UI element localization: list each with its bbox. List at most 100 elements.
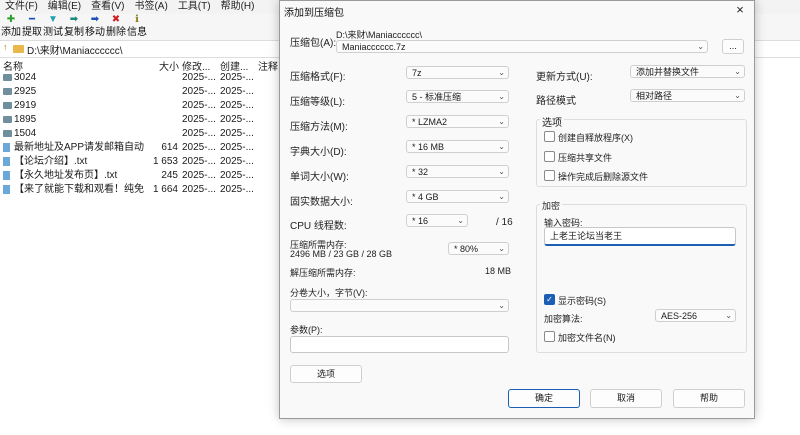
update-mode-select[interactable]: 添加并替换文件 ⌄ xyxy=(630,65,745,78)
sfx-checkbox[interactable] xyxy=(544,131,555,142)
file-name: 【论坛介绍】.txt xyxy=(14,156,88,167)
level-select[interactable]: 5 - 标准压缩 ⌄ xyxy=(406,90,509,103)
params-input[interactable] xyxy=(290,336,509,353)
file-row[interactable]: 最新地址及APP请发邮箱自动... 614 2025-... 2025-... xyxy=(0,141,280,154)
extract-label: 提取 xyxy=(22,27,42,38)
show-password-checkbox[interactable]: ✓ xyxy=(544,294,555,305)
archive-label: 压缩包(A): xyxy=(290,38,337,49)
test-label: 测试 xyxy=(43,27,63,38)
chevron-down-icon: ⌄ xyxy=(498,192,505,201)
cancel-button[interactable]: 取消 xyxy=(590,389,662,408)
file-row[interactable]: 【来了就能下载和观看！纯免... 1 664 2025-... 2025-... xyxy=(0,183,280,196)
threads-value: * 16 xyxy=(412,216,429,226)
up-arrow-icon[interactable]: ↑ xyxy=(3,42,8,52)
delete-label: 删除 xyxy=(106,27,126,38)
memory-percent-value: * 80% xyxy=(454,244,479,254)
test-button[interactable]: ▼ 测试 xyxy=(42,14,64,40)
menu-view[interactable]: 查看(V) xyxy=(86,0,129,14)
solid-label: 固实数据大小: xyxy=(290,197,353,208)
file-size: 1 664 xyxy=(152,184,178,195)
ok-button[interactable]: 确定 xyxy=(508,389,580,408)
browse-button[interactable]: ... xyxy=(722,39,744,54)
menu-edit[interactable]: 编辑(E) xyxy=(43,0,86,14)
update-mode-value: 添加并替换文件 xyxy=(636,67,700,77)
word-select[interactable]: * 32 ⌄ xyxy=(406,165,509,178)
move-arrow-icon: ➡ xyxy=(90,14,100,25)
archive-name-combo[interactable]: Maniacccccc.7z ⌄ xyxy=(336,40,708,53)
chevron-down-icon: ⌄ xyxy=(697,42,704,51)
add-button[interactable]: ✚ 添加 xyxy=(0,14,22,40)
file-row[interactable]: 3024 2025-... 2025-... xyxy=(0,71,280,84)
chevron-down-icon: ⌄ xyxy=(498,142,505,151)
threads-select[interactable]: * 16 ⌄ xyxy=(406,214,468,227)
help-button[interactable]: 帮助 xyxy=(673,389,745,408)
decompress-memory-value: 18 MB xyxy=(485,266,512,276)
file-name: 3024 xyxy=(14,72,37,83)
method-select[interactable]: * LZMA2 ⌄ xyxy=(406,115,509,128)
move-label: 移动 xyxy=(85,27,105,38)
folder-icon xyxy=(3,74,12,81)
chevron-down-icon: ⌄ xyxy=(498,301,505,310)
file-name: 2925 xyxy=(14,86,37,97)
word-value: * 32 xyxy=(412,167,429,177)
options-group-title: 选项 xyxy=(540,114,564,129)
file-row[interactable]: 2919 2025-... 2025-... xyxy=(0,99,280,112)
chevron-down-icon: ⌄ xyxy=(734,67,741,76)
folder-icon xyxy=(13,45,24,53)
info-button[interactable]: ℹ 信息 xyxy=(126,14,148,40)
file-modified: 2025-... xyxy=(182,100,216,111)
shared-files-checkbox[interactable] xyxy=(544,151,555,162)
memory-percent-select[interactable]: * 80% ⌄ xyxy=(448,242,509,255)
solid-select[interactable]: * 4 GB ⌄ xyxy=(406,190,509,203)
threads-label: CPU 线程数: xyxy=(290,221,347,232)
menu-file[interactable]: 文件(F) xyxy=(0,0,43,14)
file-created: 2025-... xyxy=(220,156,254,167)
menu-bookmarks[interactable]: 书签(A) xyxy=(129,0,172,14)
split-label: 分卷大小，字节(V): xyxy=(290,288,368,298)
file-row[interactable]: 1504 2025-... 2025-... xyxy=(0,127,280,140)
file-modified: 2025-... xyxy=(182,114,216,125)
info-icon: ℹ xyxy=(135,14,139,25)
delete-x-icon: ✖ xyxy=(111,14,121,25)
file-row[interactable]: 1895 2025-... 2025-... xyxy=(0,113,280,126)
format-select[interactable]: 7z ⌄ xyxy=(406,66,509,79)
close-icon[interactable]: × xyxy=(732,2,748,18)
method-value: * LZMA2 xyxy=(412,117,448,127)
password-input[interactable]: 上老王论坛当老王 xyxy=(544,227,736,246)
copy-button[interactable]: ➡ 复制 xyxy=(63,14,85,40)
file-row[interactable]: 【永久地址发布页】.txt 245 2025-... 2025-... xyxy=(0,169,280,182)
path-input[interactable]: D:\来财\Maniacccccc\ xyxy=(27,42,123,57)
minus-icon: ━ xyxy=(28,14,36,25)
check-icon: ▼ xyxy=(48,14,58,25)
path-mode-select[interactable]: 相对路径 ⌄ xyxy=(630,89,745,102)
column-created[interactable]: 创建... xyxy=(220,58,248,73)
path-mode-value: 相对路径 xyxy=(636,91,673,101)
file-row[interactable]: 【论坛介绍】.txt 1 653 2025-... 2025-... xyxy=(0,155,280,168)
move-button[interactable]: ➡ 移动 xyxy=(84,14,106,40)
delete-after-checkbox[interactable] xyxy=(544,170,555,181)
column-name[interactable]: 名称 xyxy=(3,58,23,73)
chevron-down-icon: ⌄ xyxy=(457,216,464,225)
split-combo[interactable]: ⌄ xyxy=(290,299,509,312)
chevron-down-icon: ⌄ xyxy=(498,117,505,126)
encryption-group-title: 加密 xyxy=(540,199,563,212)
column-size[interactable]: 大小 xyxy=(159,58,179,73)
file-created: 2025-... xyxy=(220,86,254,97)
encryption-method-select[interactable]: AES-256 ⌄ xyxy=(655,309,736,322)
column-comment[interactable]: 注释 xyxy=(258,58,278,73)
delete-button[interactable]: ✖ 删除 xyxy=(105,14,127,40)
options-button[interactable]: 选项 xyxy=(290,365,362,383)
extract-button[interactable]: ━ 提取 xyxy=(21,14,43,40)
file-modified: 2025-... xyxy=(182,184,216,195)
dict-label: 字典大小(D): xyxy=(290,147,347,158)
dialog-title: 添加到压缩包 xyxy=(284,8,344,19)
delete-after-label: 操作完成后删除源文件 xyxy=(558,172,649,182)
copy-arrow-icon: ➡ xyxy=(69,14,79,25)
dict-select[interactable]: * 16 MB ⌄ xyxy=(406,140,509,153)
menu-help[interactable]: 帮助(H) xyxy=(216,0,260,14)
menu-tools[interactable]: 工具(T) xyxy=(173,0,216,14)
encrypt-names-checkbox[interactable] xyxy=(544,331,555,342)
file-row[interactable]: 2925 2025-... 2025-... xyxy=(0,85,280,98)
column-modified[interactable]: 修改... xyxy=(182,58,210,73)
encryption-method-value: AES-256 xyxy=(661,311,698,321)
